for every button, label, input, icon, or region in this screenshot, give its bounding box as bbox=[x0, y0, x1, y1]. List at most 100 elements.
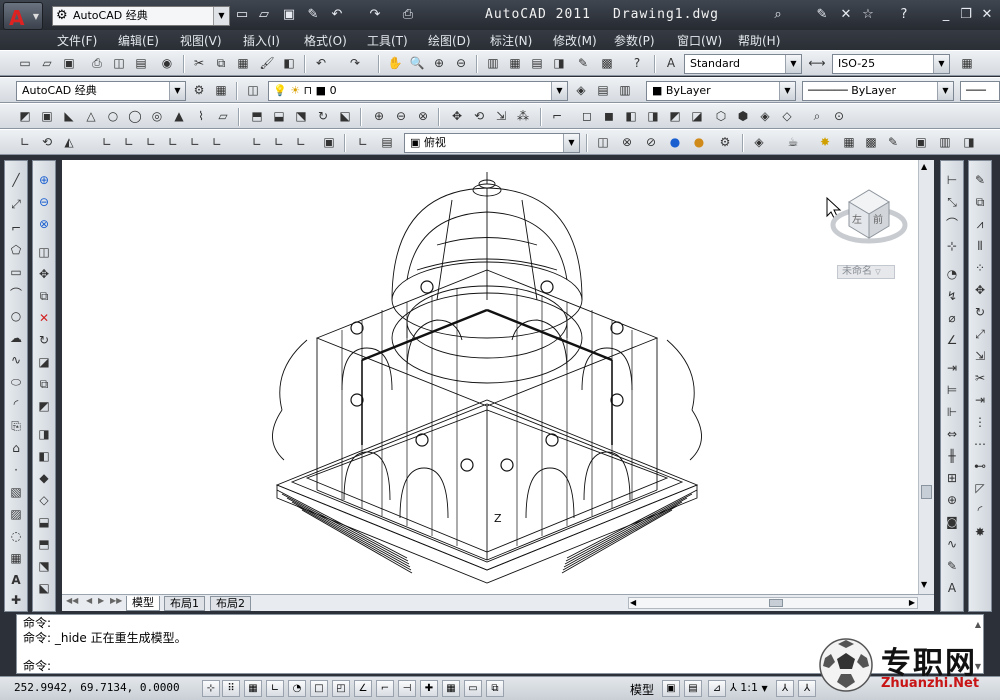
helix-icon[interactable]: ⌇ bbox=[192, 107, 210, 125]
color-edges-icon[interactable]: ◧ bbox=[35, 447, 53, 465]
quick-properties-icon[interactable]: ▭ bbox=[464, 680, 482, 697]
redo-icon[interactable]: ↷ bbox=[367, 7, 383, 23]
quick-dim-icon[interactable]: ⇥ bbox=[943, 359, 961, 377]
plot-preview-icon[interactable]: ◫ bbox=[110, 54, 128, 72]
radius-dim-icon[interactable]: ◔ bbox=[943, 265, 961, 283]
annotation-scale-icon[interactable]: ⊿ bbox=[708, 680, 726, 697]
restore-icon[interactable]: ❐ bbox=[958, 7, 974, 23]
render-icon[interactable]: ☕ bbox=[784, 133, 802, 151]
dim-style-icon[interactable]: ⟷ bbox=[808, 54, 826, 72]
visual-styles-manager-icon[interactable]: ⚙ bbox=[716, 133, 734, 151]
ucs-zaxis-icon[interactable]: ∟ bbox=[164, 133, 182, 151]
view-select[interactable]: ▣ 俯视 ▼ bbox=[404, 133, 580, 153]
ucs-previous-icon[interactable]: ⟲ bbox=[38, 133, 56, 151]
model-space-toggle[interactable]: 模型 bbox=[630, 681, 654, 698]
intersect-icon[interactable]: ⊗ bbox=[414, 107, 432, 125]
conceptual-icon[interactable]: ● bbox=[690, 133, 708, 151]
angular-dim-icon[interactable]: ∠ bbox=[943, 331, 961, 349]
move-icon[interactable]: ✥ bbox=[971, 281, 989, 299]
new-file-icon[interactable]: ▭ bbox=[16, 54, 34, 72]
jogged-linear-icon[interactable]: ∿ bbox=[943, 535, 961, 553]
layer-select[interactable]: 💡 ☀ ⊓ ■ 0 ▼ bbox=[268, 81, 568, 101]
torus-icon[interactable]: ◎ bbox=[148, 107, 166, 125]
3d-dwf-icon[interactable]: ◉ bbox=[158, 54, 176, 72]
color-faces-icon[interactable]: ◩ bbox=[35, 397, 53, 415]
extend-icon[interactable]: ⇥ bbox=[971, 391, 989, 409]
jogged-dim-icon[interactable]: ↯ bbox=[943, 287, 961, 305]
scroll-up-icon[interactable]: ▲ bbox=[975, 617, 981, 633]
3d-array-icon[interactable]: ⁂ bbox=[514, 107, 532, 125]
annotation-scale-value[interactable]: ⅄ 1:1 ▼ bbox=[730, 681, 768, 694]
polygon-icon[interactable]: ⬠ bbox=[7, 241, 25, 259]
move-faces-icon[interactable]: ✥ bbox=[35, 265, 53, 283]
scale-icon[interactable]: ⤢ bbox=[971, 325, 989, 343]
ucs-view-icon[interactable]: ∟ bbox=[120, 133, 138, 151]
3d-rotate-icon[interactable]: ⟲ bbox=[470, 107, 488, 125]
line-icon[interactable]: ╱ bbox=[7, 171, 25, 189]
view-nw-iso-icon[interactable]: ◇ bbox=[778, 107, 796, 125]
redo-icon[interactable]: ↷ bbox=[346, 54, 364, 72]
revolve-icon[interactable]: ↻ bbox=[314, 107, 332, 125]
scrollbar-thumb[interactable] bbox=[921, 485, 932, 499]
quick-view-layouts-icon[interactable]: ▣ bbox=[662, 680, 680, 697]
menu-insert[interactable]: 插入(I) bbox=[243, 32, 280, 49]
camera-icon[interactable]: ⌕ bbox=[808, 107, 826, 125]
menu-format[interactable]: 格式(O) bbox=[304, 32, 347, 49]
subtract-icon[interactable]: ⊖ bbox=[35, 193, 53, 211]
tab-layout2[interactable]: 布局2 bbox=[210, 596, 251, 611]
grid-icon[interactable]: ▦ bbox=[244, 680, 262, 697]
mirror-icon[interactable]: ⩘ bbox=[971, 215, 989, 233]
ellipse-arc-icon[interactable]: ◜ bbox=[7, 395, 25, 413]
aligned-dim-icon[interactable]: ⤡ bbox=[943, 193, 961, 211]
make-block-icon[interactable]: ⌂ bbox=[7, 439, 25, 457]
ucs-z-icon[interactable]: ∟ bbox=[270, 133, 288, 151]
viewcube-left-face[interactable]: 左 bbox=[852, 213, 862, 226]
revision-cloud-icon[interactable]: ☁ bbox=[7, 329, 25, 347]
scroll-up-icon[interactable]: ▲ bbox=[921, 162, 927, 171]
text-style-select[interactable]: Standard ▼ bbox=[684, 54, 802, 74]
arc-length-icon[interactable]: ⌒ bbox=[943, 215, 961, 233]
extrude-icon[interactable]: ⬒ bbox=[248, 107, 266, 125]
extrude-faces-icon[interactable]: ◫ bbox=[35, 243, 53, 261]
save-icon[interactable]: ▣ bbox=[281, 7, 297, 23]
menu-file[interactable]: 文件(F) bbox=[57, 32, 97, 49]
design-center-icon[interactable]: ▦ bbox=[506, 54, 524, 72]
cylinder-icon[interactable]: ◯ bbox=[126, 107, 144, 125]
hide-icon[interactable]: ◈ bbox=[750, 133, 768, 151]
ucs-object-icon[interactable]: ∟ bbox=[98, 133, 116, 151]
star-icon[interactable]: ☆ bbox=[860, 7, 876, 23]
view-ne-iso-icon[interactable]: ◈ bbox=[756, 107, 774, 125]
polysolid-icon[interactable]: ◩ bbox=[16, 107, 34, 125]
ucs-x-icon[interactable]: ∟ bbox=[208, 133, 226, 151]
rotate-icon[interactable]: ↻ bbox=[971, 303, 989, 321]
3d-move-icon[interactable]: ✥ bbox=[448, 107, 466, 125]
sweep-icon[interactable]: ⬔ bbox=[292, 107, 310, 125]
print-icon[interactable]: ⎙ bbox=[88, 54, 106, 72]
copy-icon[interactable]: ⧉ bbox=[971, 193, 989, 211]
center-mark-icon[interactable]: ⊕ bbox=[943, 491, 961, 509]
selection-cycling-icon[interactable]: ⧉ bbox=[486, 680, 504, 697]
vertical-scrollbar[interactable]: ▲ ▼ bbox=[918, 160, 934, 594]
match-properties-icon[interactable]: 🖌 bbox=[258, 54, 276, 72]
menu-modify[interactable]: 修改(M) bbox=[553, 32, 597, 49]
view-se-iso-icon[interactable]: ⬢ bbox=[734, 107, 752, 125]
region-icon[interactable]: ◌ bbox=[7, 527, 25, 545]
copy-faces-icon[interactable]: ⧉ bbox=[35, 375, 53, 393]
linetype-select[interactable]: ────── ByLayer ▼ bbox=[802, 81, 954, 101]
view-manager-icon[interactable]: ⊙ bbox=[830, 107, 848, 125]
tab-last-icon[interactable]: ▶▶ bbox=[110, 596, 122, 605]
intersect-icon[interactable]: ⊗ bbox=[35, 215, 53, 233]
render-region-icon[interactable]: ◨ bbox=[960, 133, 978, 151]
cone-icon[interactable]: △ bbox=[82, 107, 100, 125]
menu-edit[interactable]: 编辑(E) bbox=[118, 32, 159, 49]
material-mapping-icon[interactable]: ▩ bbox=[862, 133, 880, 151]
quick-view-drawings-icon[interactable]: ▤ bbox=[684, 680, 702, 697]
workspace-select[interactable]: AutoCAD 经典 ▼ bbox=[16, 81, 186, 101]
gear-icon[interactable]: ⚙ bbox=[190, 81, 208, 99]
plot-preview-icon[interactable]: ✎ bbox=[305, 7, 321, 23]
presspull-icon[interactable]: ⬓ bbox=[270, 107, 288, 125]
rotate-faces-icon[interactable]: ↻ bbox=[35, 331, 53, 349]
menu-tools[interactable]: 工具(T) bbox=[367, 32, 408, 49]
circle-icon[interactable]: ○ bbox=[7, 307, 25, 325]
erase-icon[interactable]: ✎ bbox=[971, 171, 989, 189]
